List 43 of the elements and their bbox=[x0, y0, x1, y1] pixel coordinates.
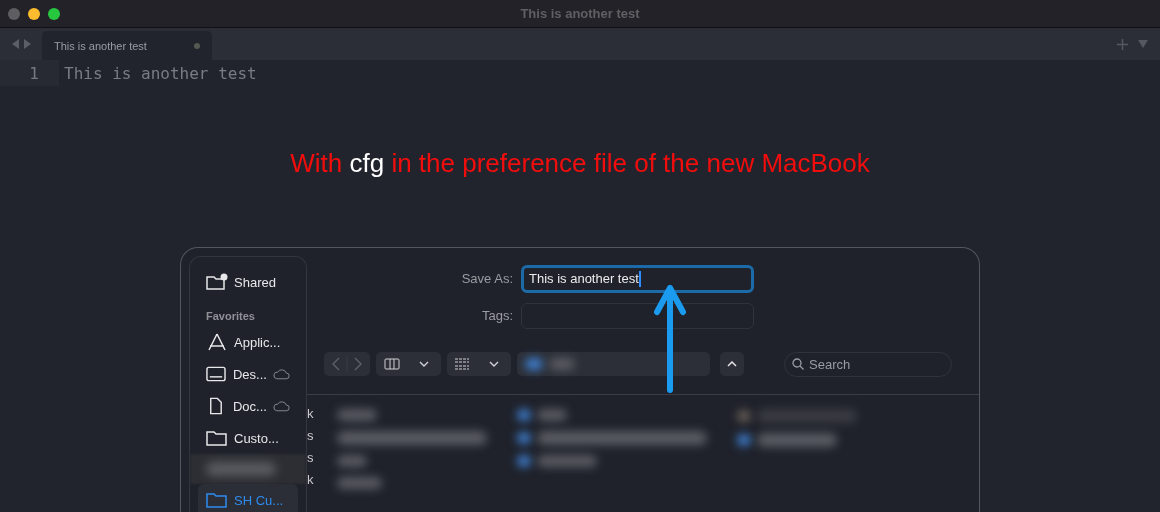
window-title: This is another test bbox=[519, 6, 641, 21]
column-view-button[interactable] bbox=[376, 352, 441, 376]
annotation-text: With cfg in the preference file of the new MacBook bbox=[289, 148, 871, 179]
folder-icon bbox=[206, 491, 228, 509]
sidebar-item[interactable]: SH Cu... bbox=[198, 484, 298, 512]
save-as-label: Save As: bbox=[460, 271, 514, 286]
shared-folder-icon bbox=[206, 273, 228, 291]
blurred-sidebar-item[interactable] bbox=[190, 454, 306, 484]
back-icon[interactable] bbox=[11, 39, 20, 49]
tags-field[interactable] bbox=[521, 302, 754, 329]
applications-icon bbox=[206, 333, 228, 351]
sidebar-item[interactable]: Applic... bbox=[198, 326, 298, 358]
collapse-button[interactable] bbox=[720, 352, 744, 376]
desktop-icon bbox=[206, 365, 227, 383]
file-name-fragment: k bbox=[307, 405, 315, 423]
back-forward-button[interactable] bbox=[324, 352, 370, 376]
sidebar-item[interactable]: Doc... bbox=[198, 390, 298, 422]
file-name-fragment: k bbox=[307, 471, 315, 489]
sidebar-heading: Favorites bbox=[206, 310, 255, 324]
code-line: This is another test bbox=[63, 63, 257, 83]
save-as-field[interactable]: This is another test bbox=[521, 264, 754, 293]
dropdown-triangle-icon[interactable] bbox=[1138, 40, 1148, 48]
line-number: 1 bbox=[0, 60, 59, 86]
zoom-button[interactable] bbox=[48, 7, 60, 20]
cloud-icon bbox=[272, 368, 290, 380]
sidebar-item[interactable]: Des... bbox=[198, 358, 298, 390]
forward-icon[interactable] bbox=[22, 39, 31, 49]
minimize-button[interactable] bbox=[28, 7, 40, 20]
folder-icon bbox=[206, 429, 228, 447]
editor-tab[interactable]: This is another test bbox=[42, 31, 212, 60]
close-button[interactable] bbox=[8, 7, 20, 20]
grid-view-button[interactable] bbox=[447, 352, 511, 376]
chevron-up-icon bbox=[727, 361, 737, 367]
sidebar-item[interactable]: Custo... bbox=[198, 422, 298, 454]
search-icon bbox=[792, 358, 804, 370]
cloud-icon bbox=[272, 400, 290, 412]
tags-label: Tags: bbox=[480, 308, 514, 323]
text-cursor bbox=[638, 270, 641, 287]
file-name-fragment: s bbox=[307, 427, 315, 445]
file-name-fragment: s bbox=[307, 449, 315, 467]
location-popup[interactable] bbox=[517, 352, 710, 376]
sidebar-item[interactable]: Shared bbox=[198, 266, 298, 298]
plus-icon[interactable] bbox=[1117, 38, 1128, 50]
